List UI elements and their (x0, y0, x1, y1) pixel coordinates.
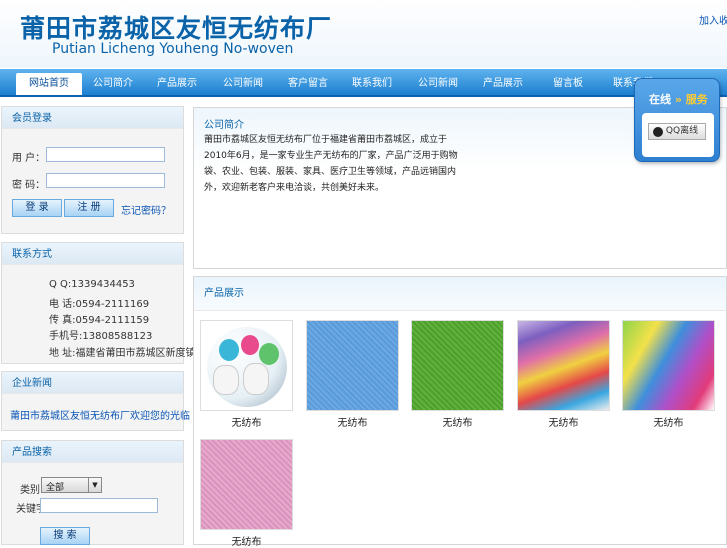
about-title: 公司简介 (204, 120, 244, 131)
qq-inner-panel: QQ离线 (642, 113, 714, 157)
products-title: 产品展示 (194, 277, 726, 311)
search-button[interactable]: 搜 索 (40, 527, 90, 545)
nav-item-products[interactable]: 产品展示 (144, 71, 210, 95)
nav-item-contact[interactable]: 联系我们 (339, 71, 405, 95)
chevron-right-icon: » (674, 93, 682, 106)
news-item[interactable]: 莆田市荔城区友恒无纺布厂欢迎您的光临 (10, 407, 190, 422)
product-name[interactable]: 无纺布 (517, 414, 610, 429)
nav-item-about[interactable]: 公司简介 (80, 71, 146, 95)
product-item[interactable]: 无纺布 (200, 320, 293, 429)
product-name[interactable]: 无纺布 (306, 414, 399, 429)
about-text: 莆田市荔城区友恒无纺布厂位于福建省莆田市荔城区，成立于2010年6月，是一家专业… (204, 135, 458, 193)
add-favorite-link[interactable]: 加入收藏 (699, 12, 727, 27)
contact-mobile: 手机号:13808588123 (49, 331, 153, 342)
contact-panel: 联系方式 Q Q:1339434453 电 话:0594-2111169 传 真… (1, 242, 196, 364)
fabric-rolls-image[interactable] (200, 320, 293, 411)
login-title: 会员登录 (2, 107, 183, 129)
chevron-down-icon[interactable]: ▼ (88, 478, 101, 492)
forgot-password-link[interactable]: 忘记密码？ (121, 202, 171, 217)
login-panel: 会员登录 用 户： 密 码： 登 录 注 册 忘记密码？ (1, 106, 184, 234)
service-label: 服务 (685, 93, 708, 106)
product-item[interactable]: 无纺布 (517, 320, 610, 429)
site-header: 莆田市荔城区友恒无纺布厂 Putian Licheng Youheng No-w… (0, 0, 727, 68)
product-name[interactable]: 无纺布 (200, 533, 293, 548)
online-service-label: 在线 » 服务 (649, 91, 708, 107)
search-title: 产品搜索 (2, 441, 183, 463)
nav-item-guestbook[interactable]: 留言板 (535, 71, 601, 95)
contact-title: 联系方式 (2, 243, 183, 265)
contact-qq: Q Q:1339434453 (49, 279, 135, 290)
nav-item-products-2[interactable]: 产品展示 (470, 71, 536, 95)
qq-offline-button[interactable]: QQ离线 (648, 123, 706, 140)
contact-phone: 电 话:0594-2111169 (49, 299, 150, 310)
product-item[interactable]: 无纺布 (622, 320, 715, 429)
product-name[interactable]: 无纺布 (411, 414, 504, 429)
site-logo-title[interactable]: 莆田市荔城区友恒无纺布厂 (20, 9, 332, 45)
product-item[interactable]: 无纺布 (411, 320, 504, 429)
product-name[interactable]: 无纺布 (622, 414, 715, 429)
nav-item-home[interactable]: 网站首页 (16, 73, 82, 95)
green-fabric-image[interactable] (411, 320, 504, 411)
product-name[interactable]: 无纺布 (200, 414, 293, 429)
username-input[interactable] (46, 147, 165, 162)
product-item[interactable]: 无纺布 (200, 439, 293, 548)
contact-address: 地 址:福建省莆田市荔城区新度镇 (49, 348, 196, 359)
online-label: 在线 (649, 93, 671, 106)
password-input[interactable] (46, 173, 165, 188)
online-service-widget: 在线 » 服务 QQ离线 (634, 78, 720, 162)
site-logo-subtitle: Putian Licheng Youheng No-woven (52, 41, 294, 57)
username-label: 用 户： (12, 153, 46, 164)
product-item[interactable]: 无纺布 (306, 320, 399, 429)
colored-sheets-image[interactable] (517, 320, 610, 411)
qq-offline-label: QQ离线 (665, 126, 699, 136)
blue-fabric-image[interactable] (306, 320, 399, 411)
main-nav: 网站首页 公司简介 产品展示 公司新闻 客户留言 联系我们 公司新闻 产品展示 … (0, 69, 727, 97)
keyword-input[interactable] (40, 498, 158, 513)
news-panel: 企业新闻 莆田市荔城区友恒无纺布厂欢迎您的光临 (1, 371, 190, 431)
login-button[interactable]: 登 录 (12, 199, 62, 217)
nav-item-news-2[interactable]: 公司新闻 (405, 71, 471, 95)
category-select[interactable]: 全部 ▼ (41, 477, 102, 493)
password-label: 密 码： (12, 180, 46, 191)
pink-fabric-image[interactable] (200, 439, 293, 530)
folded-fabric-image[interactable] (622, 320, 715, 411)
nav-item-feedback[interactable]: 客户留言 (275, 71, 341, 95)
news-title: 企业新闻 (2, 372, 183, 394)
nav-item-news[interactable]: 公司新闻 (210, 71, 276, 95)
category-select-value: 全部 (46, 483, 65, 493)
qq-penguin-icon (653, 127, 663, 137)
register-button[interactable]: 注 册 (64, 199, 114, 217)
contact-fax: 传 真:0594-2111159 (49, 315, 150, 326)
